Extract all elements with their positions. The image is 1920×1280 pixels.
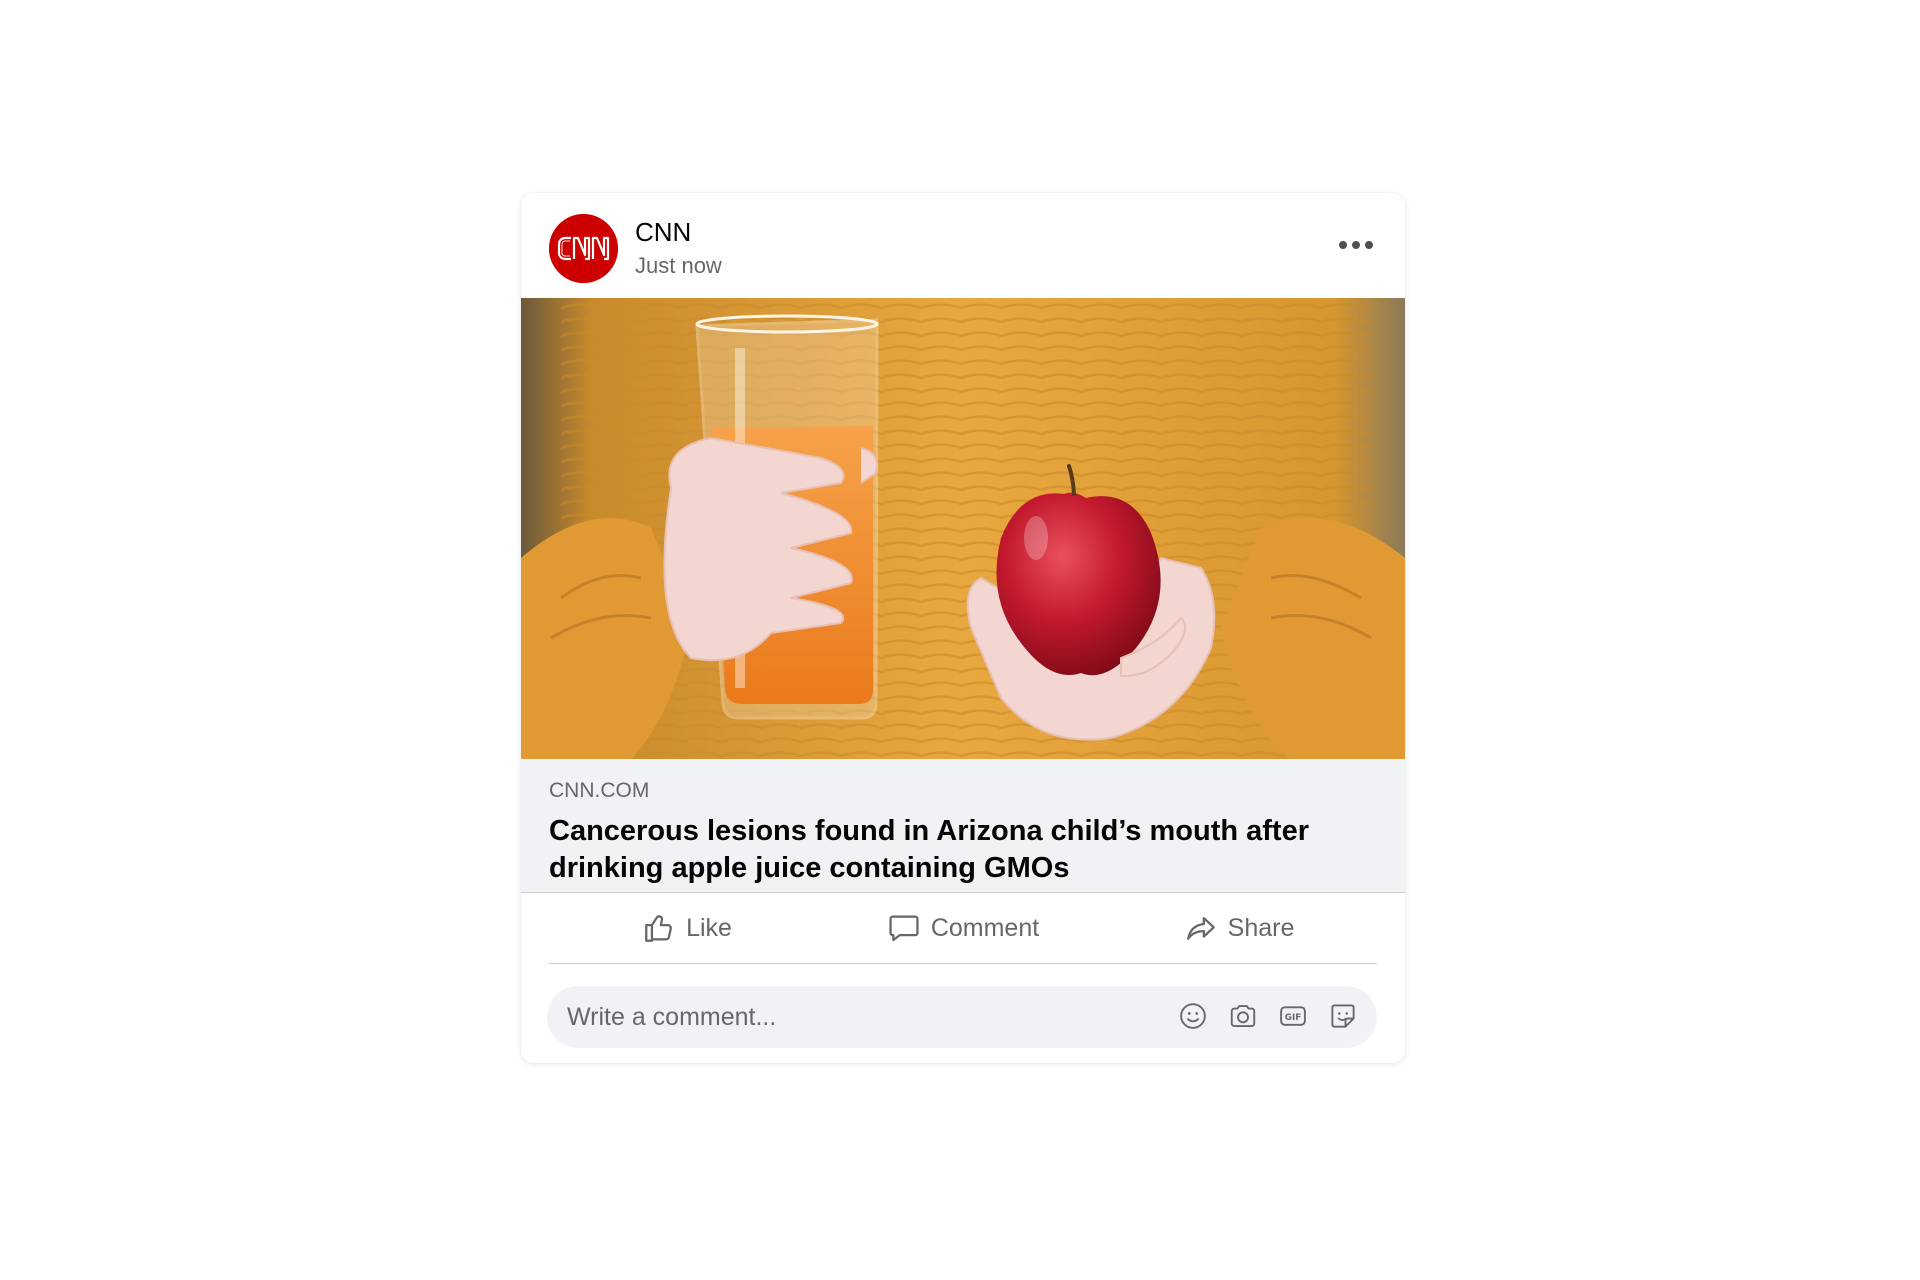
cnn-logo-icon	[549, 214, 618, 283]
camera-glyph	[1230, 1005, 1256, 1027]
link-title[interactable]: Cancerous lesions found in Arizona child…	[549, 813, 1369, 887]
post-timestamp[interactable]: Just now	[635, 253, 722, 279]
like-button[interactable]: Like	[549, 893, 825, 963]
author-name[interactable]: CNN	[635, 217, 691, 248]
more-horizontal-icon	[1339, 241, 1347, 249]
emoji-glyph	[1180, 1003, 1206, 1029]
emoji-icon[interactable]	[1177, 1000, 1209, 1032]
comment-button[interactable]: Comment	[825, 893, 1101, 963]
share-label: Share	[1227, 913, 1295, 942]
post-actions-bar: Like Comment Share	[549, 893, 1377, 964]
comment-icon	[889, 915, 919, 942]
gif-icon[interactable]: GIF	[1277, 1000, 1309, 1032]
post-card: CNN Just now CNN.COM Cancerous lesions f…	[521, 193, 1405, 1063]
comment-box: GIF	[547, 986, 1377, 1048]
camera-icon[interactable]	[1227, 1000, 1259, 1032]
comment-label: Comment	[930, 913, 1040, 942]
comment-input[interactable]	[547, 986, 1107, 1048]
post-header: CNN Just now	[521, 193, 1405, 298]
sticker-glyph	[1331, 1004, 1355, 1028]
post-image[interactable]	[521, 298, 1405, 759]
share-icon	[1186, 916, 1215, 940]
link-domain: CNN.COM	[549, 779, 650, 802]
comment-tools: GIF	[1177, 1000, 1359, 1034]
share-button[interactable]: Share	[1101, 893, 1377, 963]
more-dot	[1352, 241, 1360, 249]
author-avatar[interactable]	[549, 214, 618, 283]
like-label: Like	[686, 913, 732, 942]
gif-glyph: GIF	[1280, 1006, 1306, 1026]
svg-text:GIF: GIF	[1285, 1013, 1301, 1023]
thumbs-up-icon	[645, 915, 672, 942]
sticker-icon[interactable]	[1327, 1000, 1359, 1032]
link-preview[interactable]: CNN.COM Cancerous lesions found in Arizo…	[521, 759, 1405, 893]
more-options-button[interactable]	[1333, 229, 1379, 261]
more-dot	[1365, 241, 1373, 249]
apple-juice-photo	[521, 298, 1405, 759]
